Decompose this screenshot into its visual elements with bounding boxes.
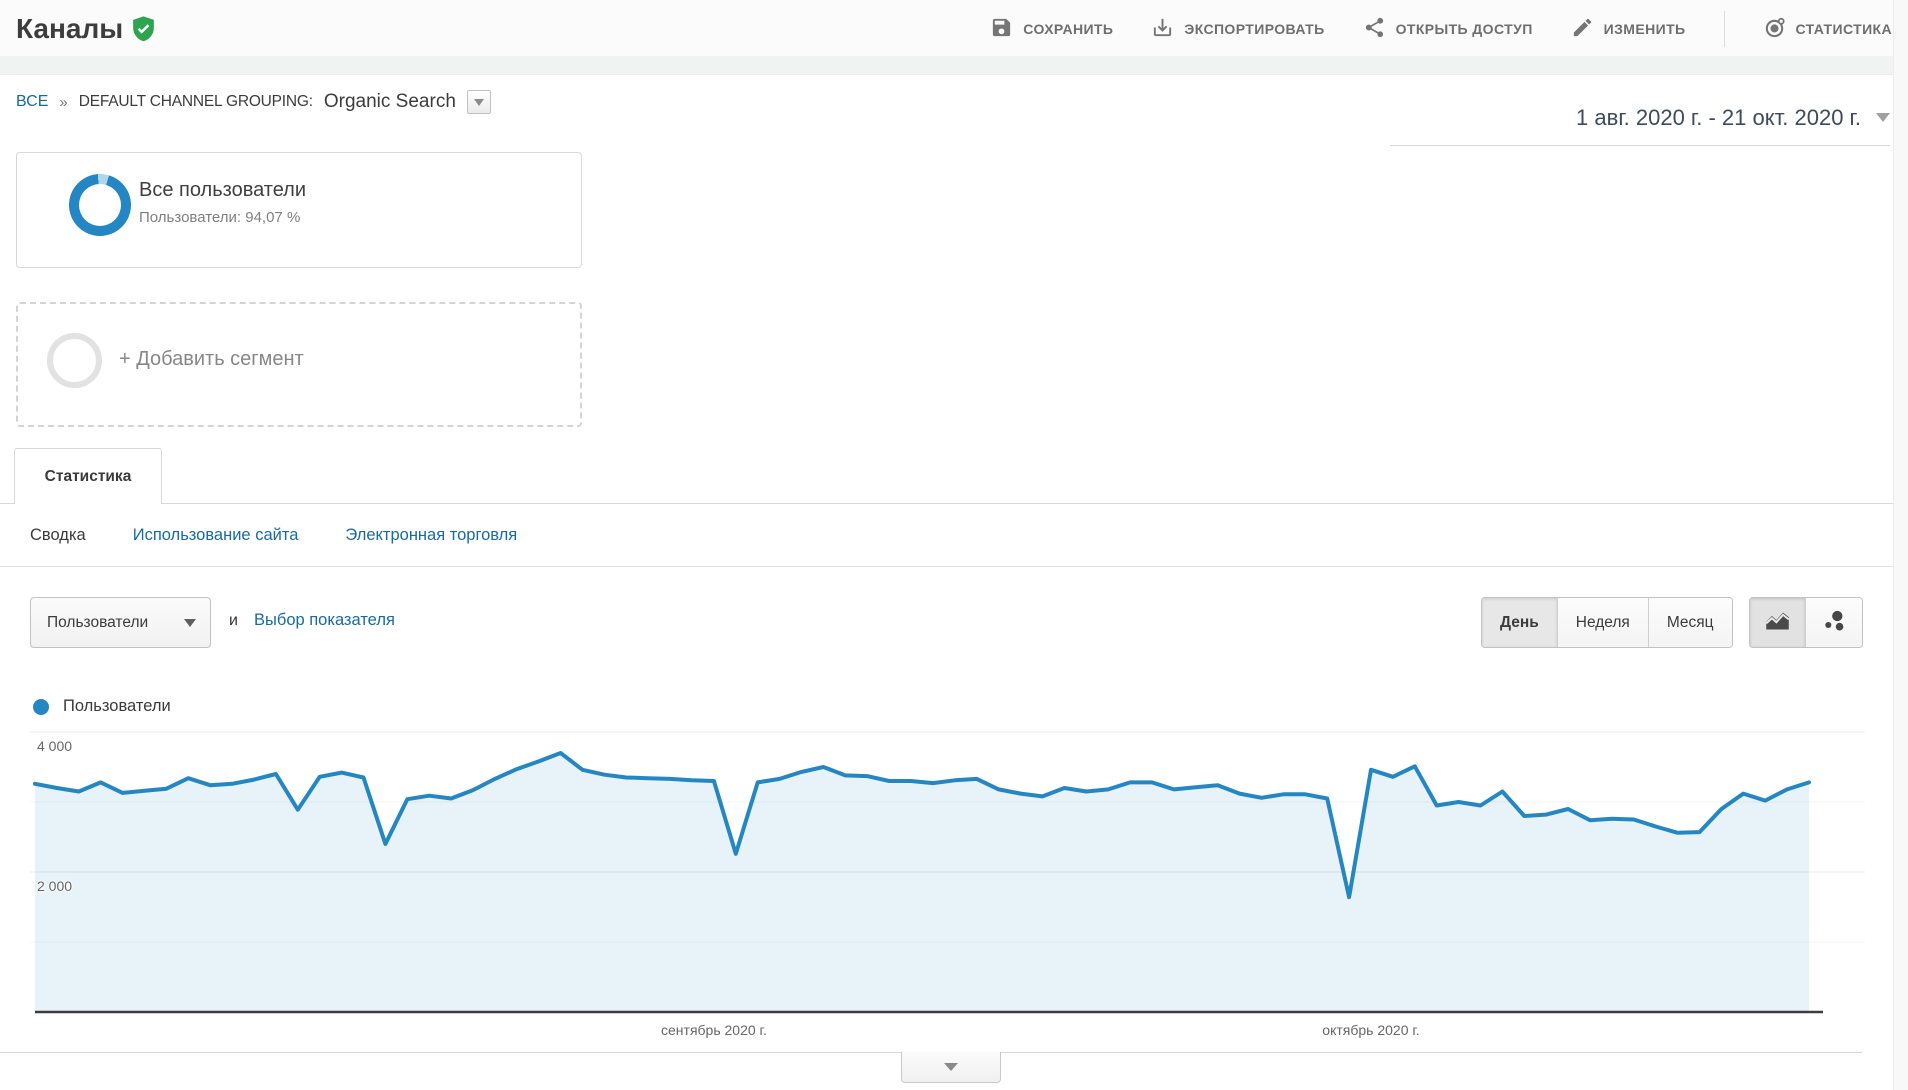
export-button[interactable]: ЭКСПОРТИРОВАТЬ	[1151, 16, 1324, 42]
scrollbar[interactable]	[1893, 0, 1908, 1090]
granularity-toggle: День Неделя Месяц	[1481, 597, 1733, 648]
granularity-day-button[interactable]: День	[1482, 598, 1558, 647]
segment-card-all-users[interactable]: Все пользователи Пользователи: 94,07 %	[16, 152, 582, 268]
breadcrumb-all-link[interactable]: ВСЕ	[16, 93, 48, 111]
save-icon	[990, 16, 1013, 42]
y-axis-tick-4000: 4 000	[37, 738, 73, 754]
subnav-summary[interactable]: Сводка	[30, 526, 86, 545]
metric-dropdown-label: Пользователи	[47, 613, 149, 631]
toolbar: СОХРАНИТЬ ЭКСПОРТИРОВАТЬ ОТКРЫТЬ ДОСТУП …	[990, 0, 1892, 57]
granularity-month-label: Месяц	[1666, 613, 1714, 631]
insights-label: СТАТИСТИКА	[1795, 20, 1892, 37]
segment-donut-icon	[69, 174, 131, 236]
segment-title: Все пользователи	[139, 179, 307, 201]
toolbar-divider	[1723, 10, 1725, 47]
verified-shield-icon	[130, 15, 157, 43]
share-button[interactable]: ОТКРЫТЬ ДОСТУП	[1363, 16, 1533, 42]
chart-type-toggle	[1749, 597, 1863, 648]
edit-button[interactable]: ИЗМЕНИТЬ	[1571, 16, 1686, 42]
users-area-chart[interactable]: 4 000 2 000 сентябрь 2020 г. октябрь 202…	[0, 710, 1908, 1065]
y-axis-tick-2000: 2 000	[37, 878, 73, 894]
granularity-week-button[interactable]: Неделя	[1557, 598, 1649, 647]
line-chart-toggle-button[interactable]	[1750, 598, 1806, 647]
empty-segment-circle-icon	[47, 333, 102, 388]
date-range-picker[interactable]: 1 авг. 2020 г. - 21 окт. 2020 г.	[1390, 98, 1890, 146]
breadcrumb-separator: »	[59, 93, 68, 111]
chart-svg	[30, 731, 1865, 1014]
breadcrumb-dimension: DEFAULT CHANNEL GROUPING:	[78, 93, 313, 110]
export-icon	[1151, 16, 1174, 42]
edit-icon	[1571, 16, 1594, 42]
save-button[interactable]: СОХРАНИТЬ	[990, 16, 1113, 42]
insights-button[interactable]: СТАТИСТИКА	[1763, 16, 1893, 42]
x-axis-tick-october: октябрь 2020 г.	[1322, 1022, 1420, 1038]
share-icon	[1363, 16, 1386, 42]
edit-label: ИЗМЕНИТЬ	[1603, 20, 1686, 37]
segment-subtitle: Пользователи: 94,07 %	[139, 209, 301, 226]
chevron-down-icon	[184, 618, 196, 627]
chevron-down-icon	[944, 1063, 958, 1071]
add-segment-label: + Добавить сегмент	[119, 348, 304, 370]
breadcrumb-dropdown-button[interactable]	[466, 90, 491, 114]
granularity-month-button[interactable]: Месяц	[1648, 598, 1732, 647]
export-label: ЭКСПОРТИРОВАТЬ	[1184, 20, 1325, 37]
expand-chart-button[interactable]	[901, 1052, 1001, 1083]
chart-area-fill	[35, 753, 1809, 1012]
line-chart-icon	[1764, 607, 1791, 639]
granularity-day-label: День	[1500, 613, 1539, 631]
metric-dropdown[interactable]: Пользователи	[30, 597, 211, 648]
date-range-label: 1 авг. 2020 г. - 21 окт. 2020 г.	[1576, 104, 1861, 130]
share-label: ОТКРЫТЬ ДОСТУП	[1395, 20, 1533, 37]
motion-chart-toggle-button[interactable]	[1806, 598, 1862, 647]
subnav-ecommerce[interactable]: Электронная торговля	[345, 526, 517, 545]
page-title: Каналы	[16, 13, 124, 44]
breadcrumb: ВСЕ » DEFAULT CHANNEL GROUPING: Organic …	[16, 90, 491, 114]
select-metric-link[interactable]: Выбор показателя	[254, 611, 395, 630]
analytics-page: Каналы СОХРАНИТЬ ЭКСПОРТИРОВАТЬ ОТКРЫТЬ …	[0, 0, 1908, 1090]
granularity-week-label: Неделя	[1575, 613, 1630, 631]
tab-statistics-label: Статистика	[44, 467, 132, 485]
save-label: СОХРАНИТЬ	[1023, 20, 1114, 37]
subnav-site-usage[interactable]: Использование сайта	[133, 526, 299, 545]
breadcrumb-value: Organic Search	[323, 91, 456, 112]
insights-icon	[1763, 16, 1786, 42]
subnav: Сводка Использование сайта Электронная т…	[0, 504, 1908, 567]
add-segment-button[interactable]: + Добавить сегмент	[16, 302, 582, 427]
header-bar: Каналы СОХРАНИТЬ ЭКСПОРТИРОВАТЬ ОТКРЫТЬ …	[0, 0, 1908, 75]
x-axis-tick-september: сентябрь 2020 г.	[661, 1022, 767, 1038]
tab-statistics[interactable]: Статистика	[14, 448, 162, 504]
chevron-down-icon	[1876, 113, 1890, 122]
chevron-down-icon	[473, 98, 484, 106]
bubble-chart-icon	[1821, 607, 1848, 639]
metric-conjunction: и	[229, 612, 238, 629]
